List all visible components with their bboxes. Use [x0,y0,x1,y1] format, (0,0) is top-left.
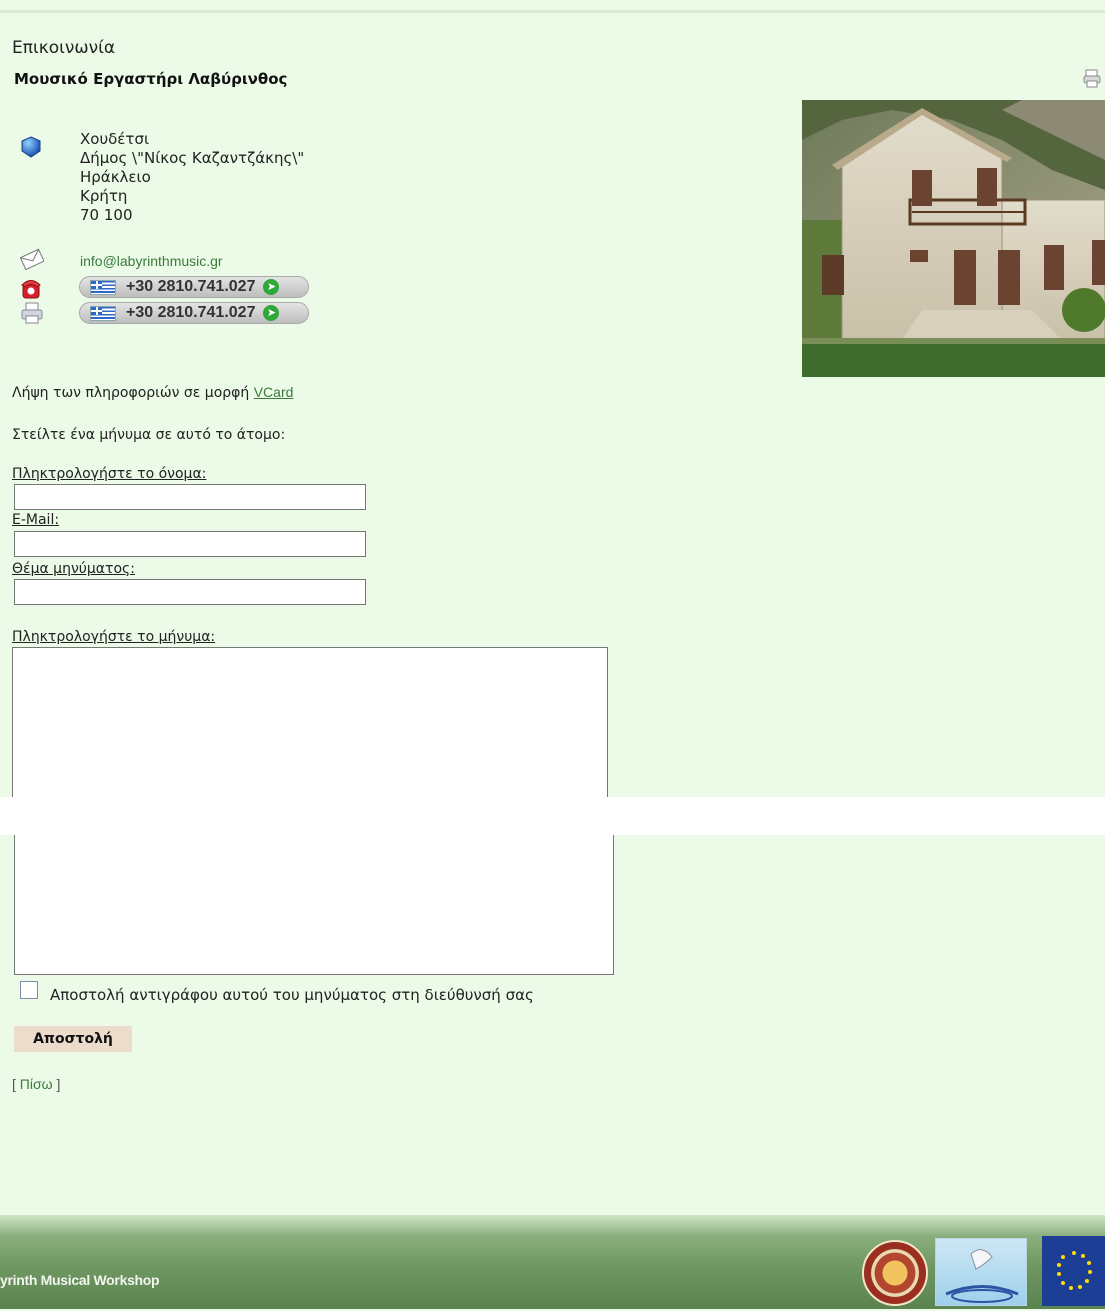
contact-photo [802,100,1105,377]
message-label: Πληκτρολογήστε το μήνυμα: [12,629,216,645]
back-link-wrapper: [ Πίσω ] [12,1076,60,1092]
eu-flag-logo [1042,1236,1105,1306]
greek-flag-icon [90,279,116,295]
address-block: Χουδέτσι Δήμος \"Νίκος Καζαντζάκης\" Ηρά… [80,130,304,225]
fax-value: +30 2810.741.027 [126,304,256,321]
screenshot-seam [0,797,1105,835]
name-label: Πληκτρολογήστε το όνομα: [12,466,207,482]
subject-input[interactable] [14,579,366,605]
fax-number[interactable]: +30 2810.741.027 ➤ [79,302,309,324]
email-input[interactable] [14,531,366,557]
address-line: Δήμος \"Νίκος Καζαντζάκης\" [80,149,305,167]
partner-logo [935,1238,1027,1306]
message-textarea[interactable] [12,647,608,797]
name-input[interactable] [14,484,366,510]
email-label: E-Mail: [12,512,60,528]
vcard-link[interactable]: VCard [254,384,294,400]
address-line: Χουδέτσι [80,130,150,148]
seal-logo [862,1240,928,1306]
call-icon: ➤ [263,305,280,321]
greek-flag-icon [90,305,116,321]
phone-number[interactable]: +30 2810.741.027 ➤ [79,276,309,298]
telephone-icon [20,276,42,304]
address-line: 70 100 [80,206,133,224]
address-line: Κρήτη [80,187,128,205]
form-intro: Στείλτε ένα μήνυμα σε αυτό το άτομο: [12,427,286,443]
fax-icon [20,302,44,328]
submit-button[interactable]: Αποστολή [14,1026,132,1052]
copy-checkbox-label: Αποστολή αντιγράφου αυτού του μηνύματος … [50,986,534,1004]
message-textarea-continued[interactable] [14,835,614,975]
vcard-prefix: Λήψη των πληροφοριών σε μορφή [12,385,254,401]
address-line: Ηράκλειο [80,168,151,186]
vcard-line: Λήψη των πληροφοριών σε μορφή VCard [12,384,293,401]
footer-text: yrinth Musical Workshop [0,1272,160,1288]
print-icon[interactable] [1082,68,1102,92]
bracket-close: ] [52,1076,61,1092]
globe-icon [20,136,42,162]
bracket-open: [ [12,1076,20,1092]
back-link[interactable]: Πίσω [20,1076,53,1092]
page-title: Επικοινωνία [12,38,116,58]
email-link[interactable]: info@labyrinthmusic.gr [80,253,223,269]
copy-checkbox[interactable] [20,981,38,999]
subject-label: Θέμα μηνύματος: [12,561,135,577]
contact-name: Μουσικό Εργαστήρι Λαβύρινθος [14,70,288,88]
phone-value: +30 2810.741.027 [126,278,256,295]
envelope-icon [19,248,45,274]
call-icon: ➤ [263,279,280,295]
top-rule [0,10,1105,13]
